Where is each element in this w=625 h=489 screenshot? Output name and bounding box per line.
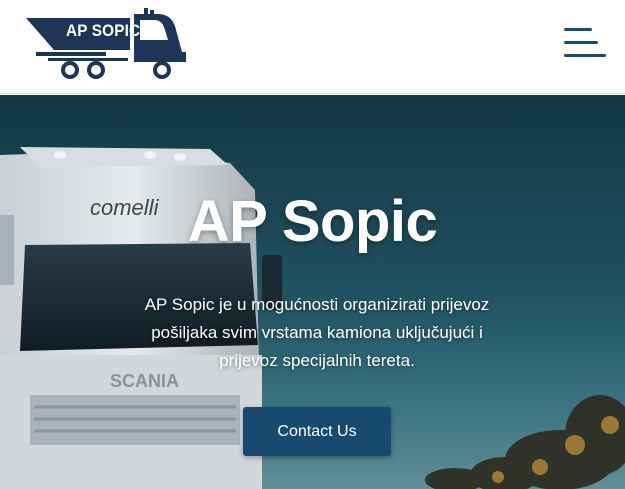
menu-line <box>564 54 606 57</box>
logo-text: AP SOPIC <box>66 21 141 40</box>
menu-line <box>564 28 592 31</box>
menu-line <box>564 41 598 44</box>
site-header: AP SOPIC <box>0 0 625 94</box>
contact-us-button[interactable]: Contact Us <box>243 407 391 456</box>
hero-description: AP Sopic je u mogućnosti organizirati pr… <box>144 295 490 370</box>
hero-title: AP Sopic <box>187 189 438 254</box>
hamburger-menu-icon[interactable] <box>564 26 608 60</box>
hero-section: comelli SCANIA AP Sopic AP Sopic je u mo… <box>0 95 625 489</box>
truck-cart-logo-icon <box>26 8 186 79</box>
company-logo[interactable]: AP SOPIC <box>26 8 192 80</box>
